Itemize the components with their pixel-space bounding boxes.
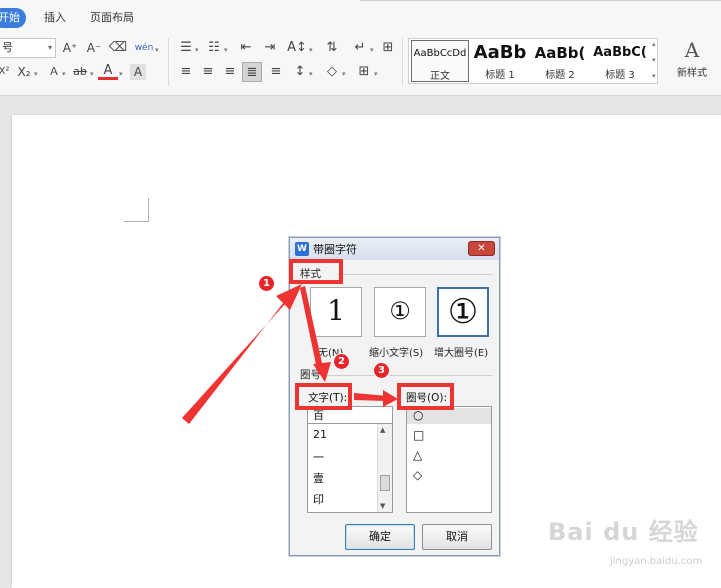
arrow-to-style	[182, 294, 294, 424]
callout-arrows	[182, 284, 398, 424]
step-badge: 3	[373, 362, 390, 379]
arrowhead	[276, 284, 302, 310]
arrow-to-circle	[354, 393, 388, 401]
baidu-watermark: Bai du 经验	[548, 518, 699, 546]
arrow-to-text	[300, 286, 324, 374]
step-badge: 1	[258, 275, 275, 292]
step-badge: 2	[333, 353, 350, 370]
arrowhead	[383, 390, 398, 407]
baidu-watermark-url: jingyan.baidu.com	[610, 556, 703, 567]
arrowhead	[313, 362, 331, 382]
